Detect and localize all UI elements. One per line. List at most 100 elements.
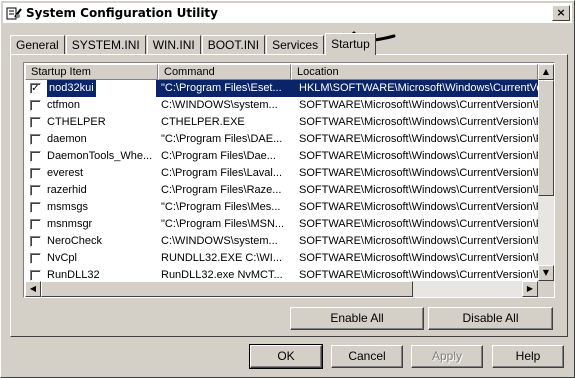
close-icon: × <box>556 6 566 19</box>
apply-button[interactable]: Apply <box>411 345 483 368</box>
startup-item-cell: ctfmon <box>25 97 156 114</box>
cancel-button[interactable]: Cancel <box>331 345 403 368</box>
column-header-location[interactable]: Location <box>291 64 538 80</box>
help-button[interactable]: Help <box>492 345 564 368</box>
location-cell: SOFTWARE\Microsoft\Windows\CurrentVersio… <box>299 116 538 128</box>
startup-item-cell: msmsgs <box>25 199 156 216</box>
command-cell: C:\WINDOWS\system... <box>161 99 278 111</box>
startup-item-name: nod32kui <box>46 80 97 97</box>
vertical-scrollbar[interactable]: ▲ ▼ <box>538 64 554 281</box>
list-item[interactable]: CTHELPER CTHELPER.EXE SOFTWARE\Microsoft\W… <box>25 114 538 131</box>
scrollbar-corner <box>538 281 554 297</box>
startup-item-cell: razerhid <box>25 182 156 199</box>
startup-item-checkbox[interactable] <box>30 236 41 247</box>
startup-items-list[interactable]: Startup Item Command Location ✓ nod32kui "… <box>23 62 555 298</box>
startup-item-checkbox[interactable] <box>30 168 41 179</box>
scroll-right-button[interactable]: ▶ <box>522 281 538 297</box>
startup-item-name: razerhid <box>47 184 87 196</box>
ok-button[interactable]: OK <box>249 344 323 369</box>
disable-all-label: Disable All <box>462 311 519 325</box>
list-item[interactable]: ctfmon C:\WINDOWS\system... SOFTWARE\Micro… <box>25 97 538 114</box>
list-item[interactable]: NeroCheck C:\WINDOWS\system... SOFTWARE\Mi… <box>25 233 538 250</box>
horizontal-scrollbar[interactable]: ◀ ▶ <box>25 281 538 297</box>
command-cell: C:\Program Files\Dae... <box>161 150 276 162</box>
startup-item-name: NvCpl <box>47 252 77 264</box>
startup-item-checkbox[interactable] <box>30 253 41 264</box>
horizontal-scroll-thumb[interactable] <box>41 281 413 297</box>
startup-item-cell: DaemonTools_Whe... <box>25 148 156 165</box>
command-cell: "C:\Program Files\Eset... <box>156 80 294 97</box>
startup-item-name: DaemonTools_Whe... <box>47 150 153 162</box>
location-cell: SOFTWARE\Microsoft\Windows\CurrentVersio… <box>299 235 538 247</box>
startup-item-cell: CTHELPER <box>25 114 156 131</box>
startup-item-name: msnmsgr <box>47 218 93 230</box>
ok-label: OK <box>277 349 295 363</box>
help-label: Help <box>515 349 541 363</box>
startup-item-cell: NeroCheck <box>25 233 156 250</box>
startup-item-cell: RunDLL32 <box>25 267 156 281</box>
disable-all-button[interactable]: Disable All <box>428 307 553 330</box>
startup-item-checkbox[interactable]: ✓ <box>30 83 41 94</box>
startup-item-checkbox[interactable] <box>30 185 41 196</box>
tab-boot-ini[interactable]: BOOT.INI <box>201 35 266 54</box>
list-item[interactable]: everest C:\Program Files\Laval... SOFTWARE… <box>25 165 538 182</box>
startup-item-checkbox[interactable] <box>30 100 41 111</box>
startup-item-cell: everest <box>25 165 156 182</box>
msconfig-icon <box>6 5 22 21</box>
list-header: Startup Item Command Location <box>25 64 538 80</box>
startup-item-name: CTHELPER <box>47 116 106 128</box>
location-cell: SOFTWARE\Microsoft\Windows\CurrentVersio… <box>299 269 538 281</box>
scroll-right-icon: ▶ <box>526 284 534 293</box>
tab-startup[interactable]: Startup <box>325 33 376 55</box>
scroll-up-icon: ▲ <box>542 67 550 76</box>
command-cell: "C:\Program Files\DAE... <box>161 133 283 145</box>
scroll-left-button[interactable]: ◀ <box>25 281 41 297</box>
startup-item-name: NeroCheck <box>47 235 103 247</box>
startup-item-name: ctfmon <box>47 99 81 111</box>
tab-services[interactable]: Services <box>266 35 325 54</box>
apply-label: Apply <box>431 349 463 363</box>
list-item[interactable]: razerhid C:\Program Files\Raze... SOFTWARE… <box>25 182 538 199</box>
startup-item-name: msmsgs <box>47 201 88 213</box>
list-item[interactable]: NvCpl RUNDLL32.EXE C:\WI... SOFTWARE\Micro… <box>25 250 538 267</box>
title-bar[interactable]: System Configuration Utility × <box>3 3 572 23</box>
list-item[interactable]: DaemonTools_Whe... C:\Program Files\Dae..… <box>25 148 538 165</box>
location-cell: SOFTWARE\Microsoft\Windows\CurrentVersio… <box>299 252 538 264</box>
startup-item-checkbox[interactable] <box>30 117 41 128</box>
startup-item-checkbox[interactable] <box>30 219 41 230</box>
enable-all-button[interactable]: Enable All <box>290 307 424 330</box>
tab-system-ini[interactable]: SYSTEM.INI <box>65 35 146 54</box>
list-item[interactable]: msnmsgr "C:\Program Files\MSN... SOFTWARE\… <box>25 216 538 233</box>
command-cell: RUNDLL32.EXE C:\WI... <box>161 252 283 264</box>
scroll-down-button[interactable]: ▼ <box>538 265 554 281</box>
location-cell: SOFTWARE\Microsoft\Windows\CurrentVersio… <box>299 184 538 196</box>
close-button[interactable]: × <box>552 5 570 21</box>
scroll-up-button[interactable]: ▲ <box>538 64 554 80</box>
command-cell: C:\WINDOWS\system... <box>161 235 278 247</box>
list-rows: ✓ nod32kui "C:\Program Files\Eset... HKLM\S… <box>25 80 538 281</box>
startup-item-checkbox[interactable] <box>30 202 41 213</box>
tab-general[interactable]: General <box>10 35 65 54</box>
column-header-command[interactable]: Command <box>158 64 291 80</box>
location-cell: SOFTWARE\Microsoft\Windows\CurrentVersio… <box>299 201 538 213</box>
list-item[interactable]: RunDLL32 RunDLL32.exe NvMCT... SOFTWARE\Mi… <box>25 267 538 281</box>
command-cell: "C:\Program Files\Mes... <box>161 201 281 213</box>
startup-item-name: everest <box>47 167 84 179</box>
startup-item-checkbox[interactable] <box>30 134 41 145</box>
cancel-label: Cancel <box>348 349 386 363</box>
command-cell: "C:\Program Files\MSN... <box>161 218 285 230</box>
tab-win-ini[interactable]: WIN.INI <box>146 35 201 54</box>
list-item[interactable]: ✓ nod32kui "C:\Program Files\Eset... HKLM\S… <box>25 80 538 97</box>
list-item[interactable]: daemon "C:\Program Files\DAE... SOFTWARE\M… <box>25 131 538 148</box>
location-cell: SOFTWARE\Microsoft\Windows\CurrentVersio… <box>299 218 538 230</box>
window-title: System Configuration Utility <box>26 6 218 20</box>
command-cell: C:\Program Files\Laval... <box>161 167 283 179</box>
list-item[interactable]: msmsgs "C:\Program Files\Mes... SOFTWARE\M… <box>25 199 538 216</box>
column-header-startup-item[interactable]: Startup Item <box>25 64 158 80</box>
vertical-scroll-thumb[interactable] <box>538 80 554 196</box>
command-cell: CTHELPER.EXE <box>161 116 245 128</box>
location-cell: SOFTWARE\Microsoft\Windows\CurrentVersio… <box>299 133 538 145</box>
startup-item-cell: daemon <box>25 131 156 148</box>
startup-item-checkbox[interactable] <box>30 151 41 162</box>
startup-item-checkbox[interactable] <box>30 270 41 281</box>
